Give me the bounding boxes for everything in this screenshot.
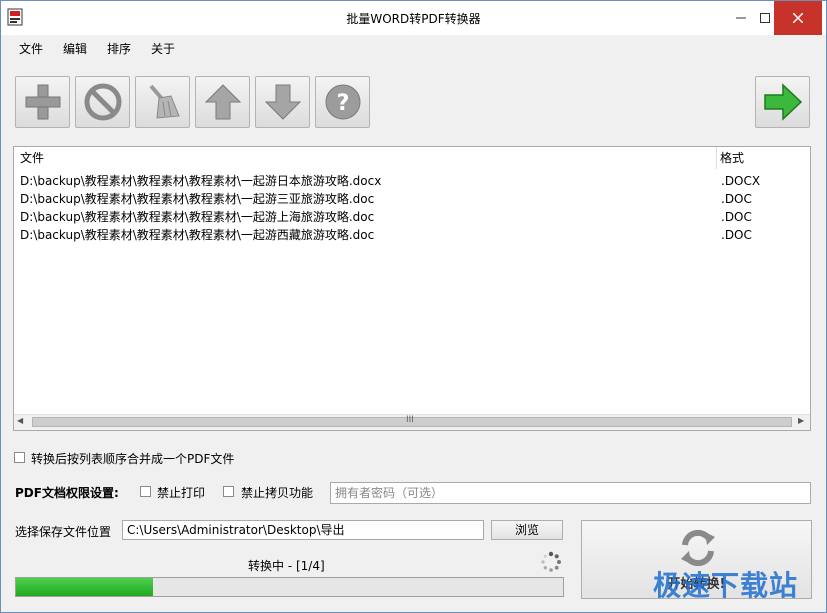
list-item[interactable]: D:\backup\教程素材\教程素材\教程素材\一起游上海旅游攻略.doc [20, 208, 374, 226]
progress-fill [16, 578, 153, 596]
title-bar: 批量WORD转PDF转换器 [1, 1, 826, 35]
remove-file-button[interactable] [75, 76, 130, 128]
list-item-format: .DOCX [721, 174, 761, 188]
column-divider [716, 147, 717, 169]
remove-icon [84, 83, 121, 121]
move-down-icon [264, 84, 301, 120]
add-file-button[interactable] [15, 76, 70, 128]
app-window: 批量WORD转PDF转换器 文件 编辑 排序 关于 ? 文件 格式 D:\bac… [0, 0, 827, 613]
save-path-input[interactable]: C:\Users\Administrator\Desktop\导出 [122, 520, 484, 540]
close-button[interactable] [774, 1, 822, 35]
clear-list-button[interactable] [135, 76, 190, 128]
help-button[interactable]: ? [315, 76, 370, 128]
start-convert-arrow-button[interactable] [755, 76, 810, 128]
no-copy-checkbox[interactable] [223, 486, 234, 497]
menu-edit[interactable]: 编辑 [63, 40, 87, 57]
no-print-label: 禁止打印 [157, 486, 206, 500]
scroll-grip: III [406, 415, 414, 425]
scroll-right-icon[interactable]: ▶ [798, 416, 804, 425]
column-header-file[interactable]: 文件 [20, 147, 44, 169]
list-item[interactable]: D:\backup\教程素材\教程素材\教程素材\一起游西藏旅游攻略.doc [20, 226, 374, 244]
menu-sort[interactable]: 排序 [107, 40, 131, 57]
horizontal-scrollbar[interactable]: ◀ III ▶ [14, 414, 810, 430]
maximize-icon [760, 13, 770, 23]
minimize-icon [736, 17, 746, 19]
loading-spinner-icon [541, 551, 561, 572]
add-icon [25, 84, 60, 120]
save-location-label: 选择保存文件位置 [15, 525, 112, 539]
file-list[interactable]: 文件 格式 D:\backup\教程素材\教程素材\教程素材\一起游日本旅游攻略… [13, 146, 811, 431]
move-up-icon [204, 84, 241, 120]
list-item[interactable]: D:\backup\教程素材\教程素材\教程素材\一起游三亚旅游攻略.doc [20, 190, 374, 208]
list-item[interactable]: D:\backup\教程素材\教程素材\教程素材\一起游日本旅游攻略.docx [20, 172, 381, 190]
move-up-button[interactable] [195, 76, 250, 128]
menu-file[interactable]: 文件 [19, 40, 43, 57]
list-item-format: .DOC [721, 228, 752, 242]
menu-bar: 文件 编辑 排序 关于 [1, 35, 826, 59]
no-copy-label: 禁止拷贝功能 [241, 486, 314, 500]
owner-password-field[interactable]: 拥有者密码（可选） [330, 482, 811, 504]
list-item-format: .DOC [721, 210, 752, 224]
merge-checkbox[interactable] [14, 452, 25, 463]
column-header-format[interactable]: 格式 [720, 147, 744, 169]
status-text: 转换中 - [1/4] [248, 559, 325, 573]
list-item-format: .DOC [721, 192, 752, 206]
clear-icon [148, 84, 180, 119]
help-icon: ? [325, 84, 360, 120]
move-down-button[interactable] [255, 76, 310, 128]
window-title: 批量WORD转PDF转换器 [346, 12, 481, 26]
start-arrow-icon [763, 83, 802, 121]
watermark-logo: 极速下载站 [653, 569, 799, 602]
no-print-checkbox[interactable] [140, 486, 151, 497]
close-icon [793, 13, 803, 23]
merge-label: 转换后按列表顺序合并成一个PDF文件 [31, 452, 235, 466]
menu-about[interactable]: 关于 [151, 40, 175, 57]
pdf-permissions-title: PDF文档权限设置: [15, 486, 119, 500]
svg-text:?: ? [336, 91, 349, 116]
refresh-icon [681, 529, 715, 567]
browse-button[interactable]: 浏览 [491, 520, 563, 540]
conversion-progress-bar [15, 577, 564, 597]
scroll-left-icon[interactable]: ◀ [17, 416, 23, 425]
